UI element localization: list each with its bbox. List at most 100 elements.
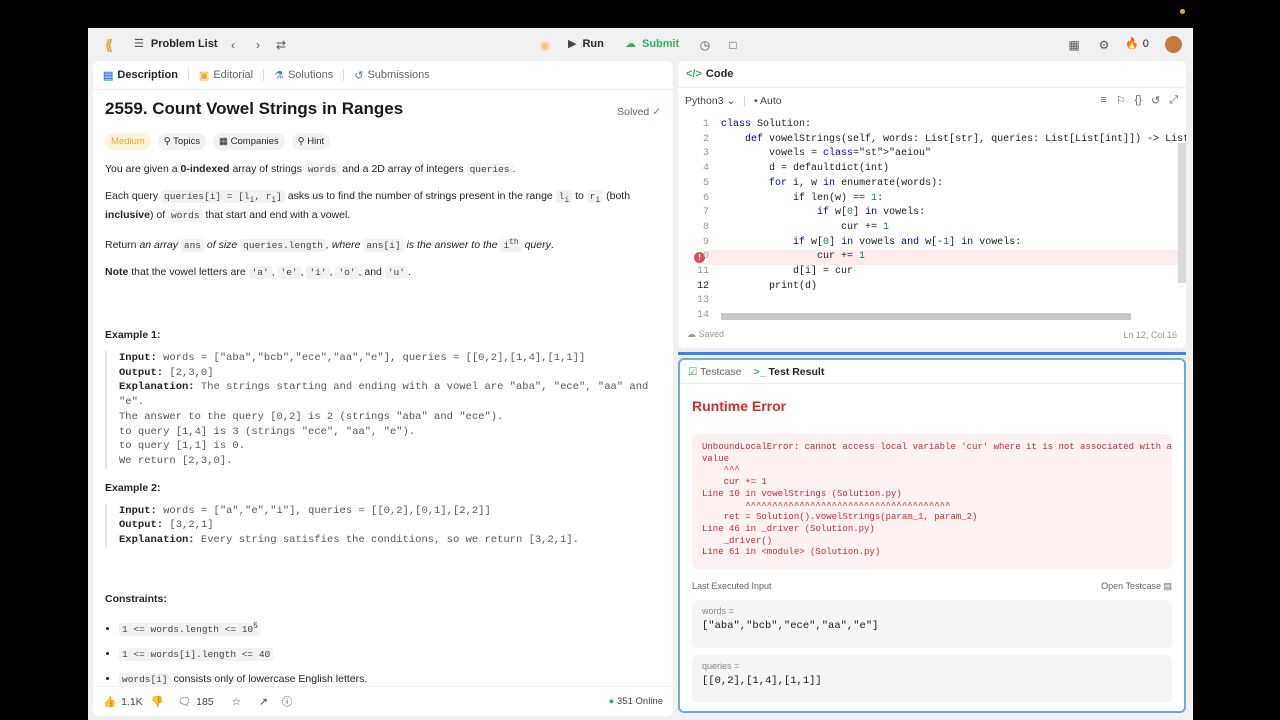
layout-icon[interactable]: ▦ (1065, 36, 1083, 54)
online-dot-icon: ● (608, 696, 615, 707)
code-header: </> Code (678, 61, 1186, 88)
tab-test-result[interactable]: >_ Test Result (754, 366, 825, 378)
editor-scrollbar-vertical[interactable] (1178, 143, 1186, 283)
tab-divider (263, 69, 265, 81)
runtime-error-heading: Runtime Error (692, 398, 787, 414)
problem-list-label: Problem List (150, 37, 218, 50)
hint-tag[interactable]: ⚲ Hint (291, 133, 331, 150)
queries-value: [[0,2],[1,4],[1,1]] (702, 675, 822, 687)
editor-scrollbar-horizontal[interactable] (721, 313, 1131, 320)
comment-icon[interactable]: 🗨 (178, 695, 191, 708)
input-queries: queries = [[0,2],[1,4],[1,1]] (692, 655, 1172, 703)
debug-icon[interactable]: ◉ (536, 36, 554, 54)
problem-title: 2559. Count Vowel Strings in Ranges (105, 99, 404, 118)
fire-icon: 🔥 (1125, 38, 1139, 50)
inline-code: queries[i] = [li, ri] (161, 190, 285, 205)
bulb-icon: ⚲ (297, 136, 308, 147)
line-number: 8 (702, 221, 709, 233)
language-select[interactable]: Python3 ⌄ (685, 95, 735, 107)
thumbs-down-icon[interactable]: 👎 (151, 695, 164, 708)
panel-resize-handle[interactable] (678, 352, 1186, 355)
code-line: 10 cur += 1 (678, 250, 1178, 265)
code-text: vowels = class="st">"aeiou" (721, 148, 932, 160)
help-icon[interactable]: ⓘ (282, 694, 293, 709)
book-icon: ▣ (198, 69, 210, 82)
text: that the vowel letters are (128, 266, 249, 279)
reset-icon[interactable]: ↺ (1151, 94, 1160, 107)
text: array of strings (229, 163, 305, 175)
topics-tag[interactable]: ⚲ Topics (157, 133, 207, 150)
document-icon: ▤ (103, 69, 114, 82)
example-line: We return [2,3,0]. (119, 454, 661, 469)
code-toolbar: Python3 ⌄ | • Auto (685, 95, 782, 107)
streak-counter[interactable]: 🔥 0 (1125, 37, 1149, 51)
companies-tag[interactable]: ▦ Companies (213, 133, 285, 150)
auto-mode[interactable]: • Auto (754, 95, 782, 107)
example-1-block: Input: words = ["aba","bcb","ece","aa","… (105, 351, 661, 469)
prev-problem-icon[interactable]: ‹ (224, 36, 242, 54)
play-icon: ▶ (568, 38, 577, 50)
fullscreen-icon[interactable]: ⤢ (1169, 94, 1178, 107)
run-button[interactable]: ▶ Run (568, 37, 604, 51)
flask-icon: ⚗ (274, 69, 284, 82)
next-problem-icon[interactable]: › (249, 36, 267, 54)
submit-button[interactable]: ☁ Submit (625, 37, 679, 51)
text: and a 2D array of integers (339, 163, 467, 175)
code-text: if len(w) == 1: (793, 192, 884, 204)
text: queries[i] = [l (164, 191, 250, 202)
toolbar-divider: | (743, 95, 746, 107)
subscript: i (564, 195, 570, 205)
leetcode-app: ⟪ ☰ Problem List ‹ › ⇄ ◉ ▶ Run ☁ Submit … (88, 28, 1193, 720)
example-value: Every string satisfies the conditions, s… (194, 534, 579, 547)
timer-icon[interactable]: ◷ (696, 36, 714, 54)
open-testcase-button[interactable]: Open Testcase ▤ (1101, 581, 1172, 592)
problem-tags: Medium ⚲ Topics ▦ Companies ⚲ Hint (105, 133, 661, 150)
cloud-icon: ☁ (687, 329, 696, 339)
inline-code: 'u' (384, 266, 408, 280)
star-icon[interactable]: ☆ (232, 696, 241, 708)
inline-code: 'o' (335, 266, 359, 280)
text: asks us to find the number of strings pr… (284, 190, 556, 202)
avatar[interactable] (1165, 36, 1182, 53)
shuffle-icon[interactable]: ⇄ (272, 36, 290, 54)
superscript: 5 (253, 621, 258, 631)
description-tabs: ▤ Description ▣ Editorial ⚗ Solutions ↺ … (93, 61, 673, 90)
inline-code: words[i] (119, 672, 171, 686)
inline-code: 'e' (277, 266, 301, 280)
leetcode-logo-icon[interactable]: ⟪ (100, 36, 118, 54)
save-status: ☁ Saved (687, 329, 724, 340)
tab-description[interactable]: ▤ Description (103, 69, 178, 82)
inline-code: 1 <= words[i].length <= 40 (119, 647, 274, 661)
saved-label: Saved (698, 329, 725, 339)
notes-icon[interactable]: □ (724, 36, 742, 54)
tab-solutions[interactable]: ⚗ Solutions (274, 69, 333, 82)
text-bold: 0-indexed (180, 163, 230, 175)
code-line: 8 cur += 1 (678, 221, 1178, 236)
list-icon: ☰ (134, 38, 144, 50)
bookmark-icon[interactable]: ⚐ (1116, 94, 1126, 107)
difficulty-badge[interactable]: Medium (105, 133, 151, 150)
code-text: d = defaultdict(int) (721, 163, 890, 175)
line-number: 3 (702, 148, 709, 160)
braces-icon[interactable]: {} (1135, 94, 1142, 107)
code-text: class Solution: (721, 119, 812, 130)
share-icon[interactable]: ↗ (259, 696, 268, 708)
hint-label: Hint (307, 136, 325, 147)
code-editor[interactable]: ! 1 class Solution: 2 def vowelStrings(sel… (678, 118, 1186, 321)
example-line: to query [1,4] is 3 (strings "ece", "aa"… (119, 425, 661, 440)
inline-code: words (304, 163, 340, 176)
example-key: Explanation: (119, 381, 195, 394)
streak-count: 0 (1142, 37, 1149, 50)
gear-icon[interactable]: ⚙ (1095, 36, 1113, 54)
format-icon[interactable]: ≡ (1100, 94, 1106, 107)
problem-list-button[interactable]: ☰ Problem List (134, 37, 218, 51)
text-italic: query (521, 239, 551, 252)
tab-editorial-label: Editorial (213, 69, 254, 81)
thumbs-up-icon[interactable]: 👍 (103, 695, 116, 708)
tab-editorial[interactable]: ▣ Editorial (199, 69, 253, 82)
inline-code: words (168, 208, 203, 222)
tab-submissions[interactable]: ↺ Submissions (354, 69, 430, 82)
example-value: words = ["a","e","i"], queries = [[0,2],… (156, 504, 491, 517)
tab-testcase[interactable]: ☑ Testcase (688, 366, 742, 378)
code-line: 1 class Solution: (678, 118, 1178, 133)
